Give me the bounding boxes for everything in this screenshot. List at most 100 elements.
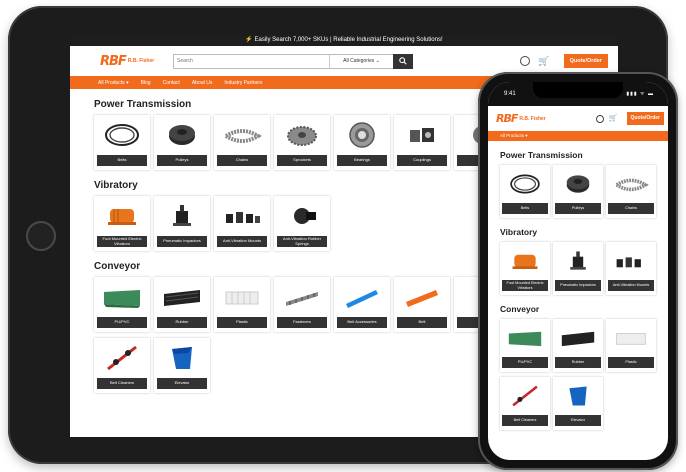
bearing-icon — [349, 122, 375, 148]
product-card-belts[interactable]: Belts — [94, 115, 150, 170]
phone-nav-all-products[interactable]: All Products ▾ — [488, 131, 668, 141]
sprocket-icon — [287, 126, 317, 146]
pvc-belt-icon — [508, 331, 542, 347]
rubber-spring-icon — [294, 208, 316, 224]
product-card-pu-pvc[interactable]: PU/PVC — [500, 319, 550, 372]
logo-mark: RBF — [100, 53, 127, 69]
product-card-pulleys[interactable]: Pulleys — [553, 165, 603, 218]
product-label: Elevator — [157, 378, 207, 389]
nav-industry-partners[interactable]: Industry Partners — [224, 80, 262, 86]
vibrator-motor-icon — [512, 254, 538, 269]
impactor-icon — [173, 205, 191, 226]
product-label: Rubber — [555, 357, 601, 368]
product-card-rubber[interactable]: Rubber — [553, 319, 603, 372]
product-card-pu-pvc[interactable]: PU/PVC — [94, 277, 150, 332]
plastic-belt-icon — [225, 291, 259, 305]
product-card-pneumatic-impactors[interactable]: Pneumatic Impactors — [154, 196, 210, 251]
user-icon[interactable] — [595, 114, 604, 123]
phone-device: 9:41 ▮▮▮ ᯤ ▬ RBF R.B. Fisher 🛒 Quote/Ord… — [478, 72, 678, 470]
brand-logo[interactable]: RBF R.B. Fisher — [100, 54, 168, 69]
signal-icon: ▮▮▮ ᯤ ▬ — [626, 91, 654, 97]
nav-contact[interactable]: Contact — [163, 80, 180, 86]
product-label: Plastic — [217, 317, 267, 328]
product-label: Chains — [217, 155, 267, 166]
nav-about-us[interactable]: About Us — [192, 80, 213, 86]
product-card-elevator[interactable]: Elevator — [154, 338, 210, 393]
product-label: Anti-Vibration Mounts — [608, 280, 654, 291]
product-label: PU/PVC — [502, 357, 548, 368]
vibrator-motor-icon — [108, 209, 136, 225]
product-card-couplings[interactable]: Couplings — [394, 115, 450, 170]
product-card-rubber-springs[interactable]: Anti-Vibration Rubber Springs — [274, 196, 330, 251]
phone-conveyor-grid: PU/PVC Rubber Plastic — [500, 319, 668, 372]
product-label: Belt Cleaners — [502, 415, 548, 426]
pulley-icon — [169, 125, 195, 145]
mount-icon — [616, 257, 641, 268]
rubber-belt-icon — [164, 290, 200, 306]
product-label: PU/PVC — [97, 317, 147, 328]
plastic-belt-icon — [616, 333, 646, 345]
cart-icon[interactable]: 🛒 — [538, 56, 549, 66]
phone-catalog: Power Transmission Belts Pulleys Chains … — [488, 150, 668, 430]
phone-header-icons: 🛒 Quote/Order — [595, 112, 664, 125]
product-label: Anti-Vibration Mounts — [217, 236, 267, 247]
product-card-belt-cleaners[interactable]: Belt Cleaners — [500, 377, 550, 430]
product-card-plastic[interactable]: Plastic — [606, 319, 656, 372]
quote-order-button[interactable]: Quote/Order — [563, 54, 608, 68]
product-label: Pulleys — [555, 203, 601, 214]
elevator-bucket-icon — [569, 386, 587, 406]
rubber-belt-icon — [561, 331, 595, 347]
product-card-fasteners[interactable]: Fasteners — [274, 277, 330, 332]
category-select[interactable]: All Categories ⌄ — [329, 54, 393, 68]
announcement-bar: ⚡ Easily Search 7,000+ SKUs | Reliable I… — [70, 35, 618, 46]
product-label: Belt Accessories — [337, 317, 387, 328]
nav-blog[interactable]: Blog — [141, 80, 151, 86]
product-card-pulleys[interactable]: Pulleys — [154, 115, 210, 170]
pvc-belt-icon — [104, 290, 140, 308]
logo-mark: RBF — [496, 112, 518, 125]
product-card-belt-accessories[interactable]: Belt Accessories — [334, 277, 390, 332]
section-title-conveyor: Conveyor — [500, 304, 540, 314]
product-card-elevator[interactable]: Elevator — [553, 377, 603, 430]
search-input[interactable] — [174, 54, 329, 68]
section-title-vibratory: Vibratory — [500, 227, 538, 237]
product-card-rubber[interactable]: Rubber — [154, 277, 210, 332]
product-label: Pulleys — [157, 155, 207, 166]
product-card-belts[interactable]: Belts — [500, 165, 550, 218]
product-label: Couplings — [397, 155, 447, 166]
quote-order-button[interactable]: Quote/Order — [626, 112, 664, 125]
product-card-anti-vibration-mounts[interactable]: Anti-Vibration Mounts — [214, 196, 270, 251]
product-card-bearings[interactable]: Bearings — [334, 115, 390, 170]
phone-power-grid: Belts Pulleys Chains — [500, 165, 668, 218]
belt-icon — [105, 124, 139, 146]
belt-cleaner-icon — [512, 385, 538, 407]
product-card-electric-vibrators[interactable]: Foot Mounted Electric Vibrators — [94, 196, 150, 251]
product-label: Sprockets — [277, 155, 327, 166]
product-card-pneumatic-impactors[interactable]: Pneumatic Impactors — [553, 242, 603, 295]
logo-text: R.B. Fisher — [519, 115, 546, 122]
product-label: Pneumatic Impactors — [555, 280, 601, 291]
nav-all-products[interactable]: All Products ▾ — [98, 80, 129, 86]
search-button[interactable] — [393, 53, 413, 69]
product-card-anti-vibration-mounts[interactable]: Anti-Vibration Mounts — [606, 242, 656, 295]
cart-icon[interactable]: 🛒 — [609, 114, 618, 124]
user-icon[interactable] — [520, 56, 531, 66]
phone-conveyor-grid-row-2: Belt Cleaners Elevator — [500, 377, 668, 430]
product-label: Belts — [502, 203, 548, 214]
brand-logo[interactable]: RBF R.B. Fisher — [496, 112, 550, 125]
phone-notch — [533, 82, 623, 98]
product-card-plastic[interactable]: Plastic — [214, 277, 270, 332]
product-card-electric-vibrators[interactable]: Foot Mounted Electric Vibrators — [500, 242, 550, 295]
product-label: Rubber — [157, 317, 207, 328]
phone-status-bar: 9:41 ▮▮▮ ᯤ ▬ — [488, 82, 668, 106]
home-button[interactable] — [26, 221, 56, 251]
product-card-chains[interactable]: Chains — [214, 115, 270, 170]
product-card-chains[interactable]: Chains — [606, 165, 656, 218]
product-card-belt-cleaners[interactable]: Belt Cleaners — [94, 338, 150, 393]
product-card-sprockets[interactable]: Sprockets — [274, 115, 330, 170]
belt-accessory-icon — [346, 290, 378, 308]
product-label: Plastic — [608, 357, 654, 368]
product-card-belt[interactable]: Belt — [394, 277, 450, 332]
mount-icon — [226, 212, 260, 223]
product-label: Anti-Vibration Rubber Springs — [277, 236, 327, 247]
